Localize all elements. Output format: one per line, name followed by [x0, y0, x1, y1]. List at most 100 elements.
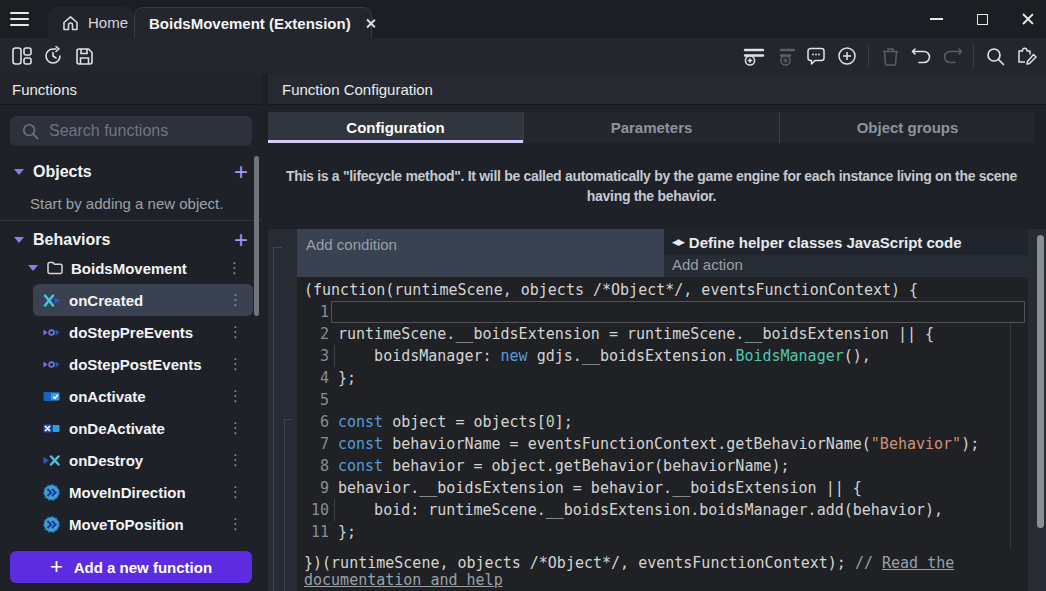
search-placeholder: Search functions	[49, 122, 168, 140]
step-icon	[43, 324, 61, 341]
main-panel-title: Function Configuration	[282, 81, 433, 98]
functions-panel: Functions Search functions Objects + Sta…	[0, 74, 262, 591]
sidebar-scrollbar[interactable]	[254, 156, 259, 316]
function-label: onDeActivate	[69, 420, 165, 437]
objects-section-label: Objects	[33, 163, 92, 181]
add-circle-icon[interactable]	[835, 44, 859, 68]
events-scrollbar[interactable]	[1037, 235, 1044, 528]
tab-home[interactable]: Home	[48, 7, 134, 38]
code-line: 6const object = objects[0];	[297, 411, 1028, 433]
menu-icon[interactable]	[10, 12, 29, 26]
add-subevent-icon[interactable]	[773, 44, 797, 68]
code-line: 4};	[297, 367, 1028, 389]
more-options-icon[interactable]	[228, 291, 243, 309]
function-list: onCreateddoStepPreEventsdoStepPostEvents…	[33, 284, 253, 540]
add-action-button[interactable]: Add action	[672, 256, 743, 273]
lifecycle-description: This is a "lifecycle method". It will be…	[268, 166, 1035, 206]
tab-boidsmovement[interactable]: BoidsMovement (Extension)	[134, 7, 372, 38]
activate-icon	[43, 388, 61, 405]
add-event-icon[interactable]	[742, 44, 766, 68]
tab-parameters[interactable]: Parameters	[524, 112, 780, 143]
events-sheet: Add condition ◀▶ Define helper classes J…	[268, 229, 1046, 591]
tab-object-groups[interactable]: Object groups	[780, 112, 1035, 143]
function-label: MoveInDirection	[69, 484, 186, 501]
more-options-icon[interactable]	[228, 323, 243, 341]
edit-extension-icon[interactable]	[1014, 44, 1038, 68]
code-header-line: (function(runtimeScene, objects /*Object…	[304, 279, 918, 301]
function-item[interactable]: onCreated	[33, 284, 253, 316]
code-line: 9behavior.__boidsExtension = behavior.__…	[297, 477, 1028, 499]
line-number: 2	[297, 323, 329, 345]
close-window-icon[interactable]	[1022, 13, 1034, 25]
behavior-group-label: BoidsMovement	[71, 260, 187, 277]
function-item[interactable]: MoveToPosition	[33, 508, 253, 540]
line-number: 3	[297, 345, 329, 367]
add-behavior-icon[interactable]: +	[234, 230, 248, 250]
history-icon[interactable]	[41, 44, 65, 68]
code-line: 7const behaviorName = eventsFunctionCont…	[297, 433, 1028, 455]
line-number: 5	[297, 389, 329, 411]
line-number: 4	[297, 367, 329, 389]
code-footer-line: })(runtimeScene, objects /*Object*/, eve…	[304, 555, 1022, 589]
more-options-icon[interactable]	[228, 483, 243, 501]
editor-ruler	[1010, 323, 1011, 549]
save-icon[interactable]	[72, 44, 96, 68]
chevron-down-icon	[28, 265, 38, 271]
destroy-icon	[43, 452, 61, 469]
more-options-icon[interactable]	[228, 515, 243, 533]
code-lines: 12runtimeScene.__boidsExtension = runtim…	[297, 301, 1028, 543]
minimize-icon[interactable]	[930, 18, 943, 20]
line-number: 6	[297, 411, 329, 433]
function-label: MoveToPosition	[69, 516, 184, 533]
function-label: onActivate	[69, 388, 146, 405]
search-icon[interactable]	[983, 44, 1007, 68]
js-event-header[interactable]: ◀▶ Define helper classes JavaScript code	[664, 229, 1028, 255]
behaviors-section-header[interactable]: Behaviors +	[0, 226, 262, 254]
function-item[interactable]: onActivate	[33, 380, 253, 412]
redo-icon[interactable]	[940, 44, 964, 68]
move-icon	[43, 484, 61, 501]
tab-configuration[interactable]: Configuration	[268, 112, 524, 143]
chevron-down-icon	[14, 169, 24, 175]
code-line: 8const behavior = object.getBehavior(beh…	[297, 455, 1028, 477]
add-function-label: Add a new function	[74, 559, 212, 576]
main-panel-header: Function Configuration	[268, 74, 1046, 105]
more-options-icon[interactable]	[227, 259, 242, 277]
function-item[interactable]: doStepPreEvents	[33, 316, 253, 348]
more-options-icon[interactable]	[228, 355, 243, 373]
function-item[interactable]: doStepPostEvents	[33, 348, 253, 380]
title-bar: Home BoidsMovement (Extension)	[0, 0, 1046, 38]
functions-panel-title: Functions	[12, 81, 77, 98]
more-options-icon[interactable]	[228, 387, 243, 405]
code-line: 5	[297, 389, 1028, 411]
line-number: 7	[297, 433, 329, 455]
home-icon	[62, 15, 79, 31]
maximize-icon[interactable]	[977, 14, 988, 25]
add-function-button[interactable]: + Add a new function	[10, 551, 252, 583]
function-item[interactable]: onDeActivate	[33, 412, 253, 444]
more-options-icon[interactable]	[228, 419, 243, 437]
behavior-group-row[interactable]: BoidsMovement	[0, 254, 262, 282]
more-options-icon[interactable]	[228, 451, 243, 469]
comment-icon[interactable]	[804, 44, 828, 68]
objects-section-header[interactable]: Objects +	[0, 158, 262, 186]
line-number: 9	[297, 477, 329, 499]
undo-icon[interactable]	[909, 44, 933, 68]
conditions-column[interactable]: Add condition	[297, 229, 664, 277]
line-number: 8	[297, 455, 329, 477]
code-line: 10 boid: runtimeScene.__boidsExtension.b…	[297, 499, 1028, 521]
deactivate-icon	[43, 420, 61, 437]
function-item[interactable]: onDestroy	[33, 444, 253, 476]
folder-icon	[47, 261, 63, 275]
close-tab-icon[interactable]	[365, 18, 371, 29]
search-functions-input[interactable]: Search functions	[10, 116, 252, 146]
code-editor[interactable]: (function(runtimeScene, objects /*Object…	[297, 277, 1028, 591]
delete-icon[interactable]	[878, 44, 902, 68]
panels-icon[interactable]	[10, 44, 34, 68]
line-number: 11	[297, 521, 329, 543]
code-line: 11};	[297, 521, 1028, 543]
search-icon	[22, 123, 39, 140]
add-condition-button[interactable]: Add condition	[306, 236, 397, 253]
function-item[interactable]: MoveInDirection	[33, 476, 253, 508]
add-object-icon[interactable]: +	[234, 162, 248, 182]
